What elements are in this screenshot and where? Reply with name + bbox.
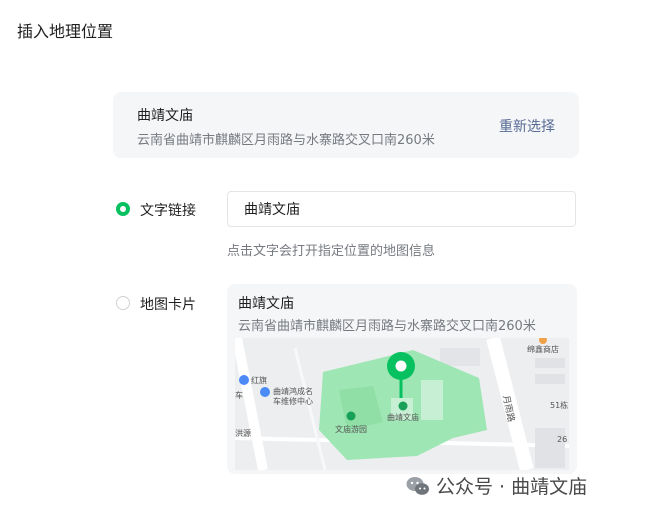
text-link-input[interactable] bbox=[227, 191, 576, 227]
map-label-repair-1: 曲靖鸿成名 bbox=[273, 386, 313, 396]
map-label-yuan: 洪源 bbox=[235, 428, 251, 438]
text-link-hint: 点击文字会打开指定位置的地图信息 bbox=[227, 244, 436, 259]
map-card-preview[interactable]: 曲靖文庙 云南省曲靖市麒麟区月雨路与水寨路交叉口南260米 绵鑫商店 红旗 车 … bbox=[227, 284, 577, 474]
map-label-shop: 绵鑫商店 bbox=[527, 344, 559, 354]
watermark-text: 公众号 · 曲靖文庙 bbox=[436, 476, 588, 498]
map-label-26: 26 bbox=[557, 435, 567, 444]
map-card-title: 曲靖文庙 bbox=[238, 296, 294, 312]
map-card-radio[interactable] bbox=[116, 296, 130, 310]
map-card-label[interactable]: 地图卡片 bbox=[140, 294, 196, 314]
map-label-51: 51栋 bbox=[550, 400, 568, 410]
map-label-hongqi: 红旗 bbox=[251, 375, 267, 385]
wechat-icon bbox=[406, 476, 429, 495]
map-thumbnail: 绵鑫商店 红旗 车 曲靖鸿成名 车维修中心 文庙游园 曲靖文庙 51栋 26 洪… bbox=[235, 338, 569, 470]
page-title: 插入地理位置 bbox=[17, 22, 114, 41]
map-label-wenmiao: 曲靖文庙 bbox=[387, 412, 419, 422]
location-name: 曲靖文庙 bbox=[137, 108, 193, 124]
location-address: 云南省曲靖市麒麟区月雨路与水寨路交叉口南260米 bbox=[137, 133, 435, 148]
text-link-label[interactable]: 文字链接 bbox=[140, 200, 196, 220]
map-label-repair-2: 车维修中心 bbox=[273, 396, 313, 406]
map-label-wenmiao-park: 文庙游园 bbox=[335, 424, 367, 434]
map-card-address: 云南省曲靖市麒麟区月雨路与水寨路交叉口南260米 bbox=[238, 319, 536, 334]
text-link-radio[interactable] bbox=[116, 202, 130, 216]
map-label-che: 车 bbox=[235, 390, 243, 400]
watermark: 公众号 · 曲靖文庙 bbox=[406, 472, 587, 499]
selected-location-card: 曲靖文庙 云南省曲靖市麒麟区月雨路与水寨路交叉口南260米 重新选择 bbox=[113, 92, 579, 158]
reselect-button[interactable]: 重新选择 bbox=[499, 116, 555, 136]
